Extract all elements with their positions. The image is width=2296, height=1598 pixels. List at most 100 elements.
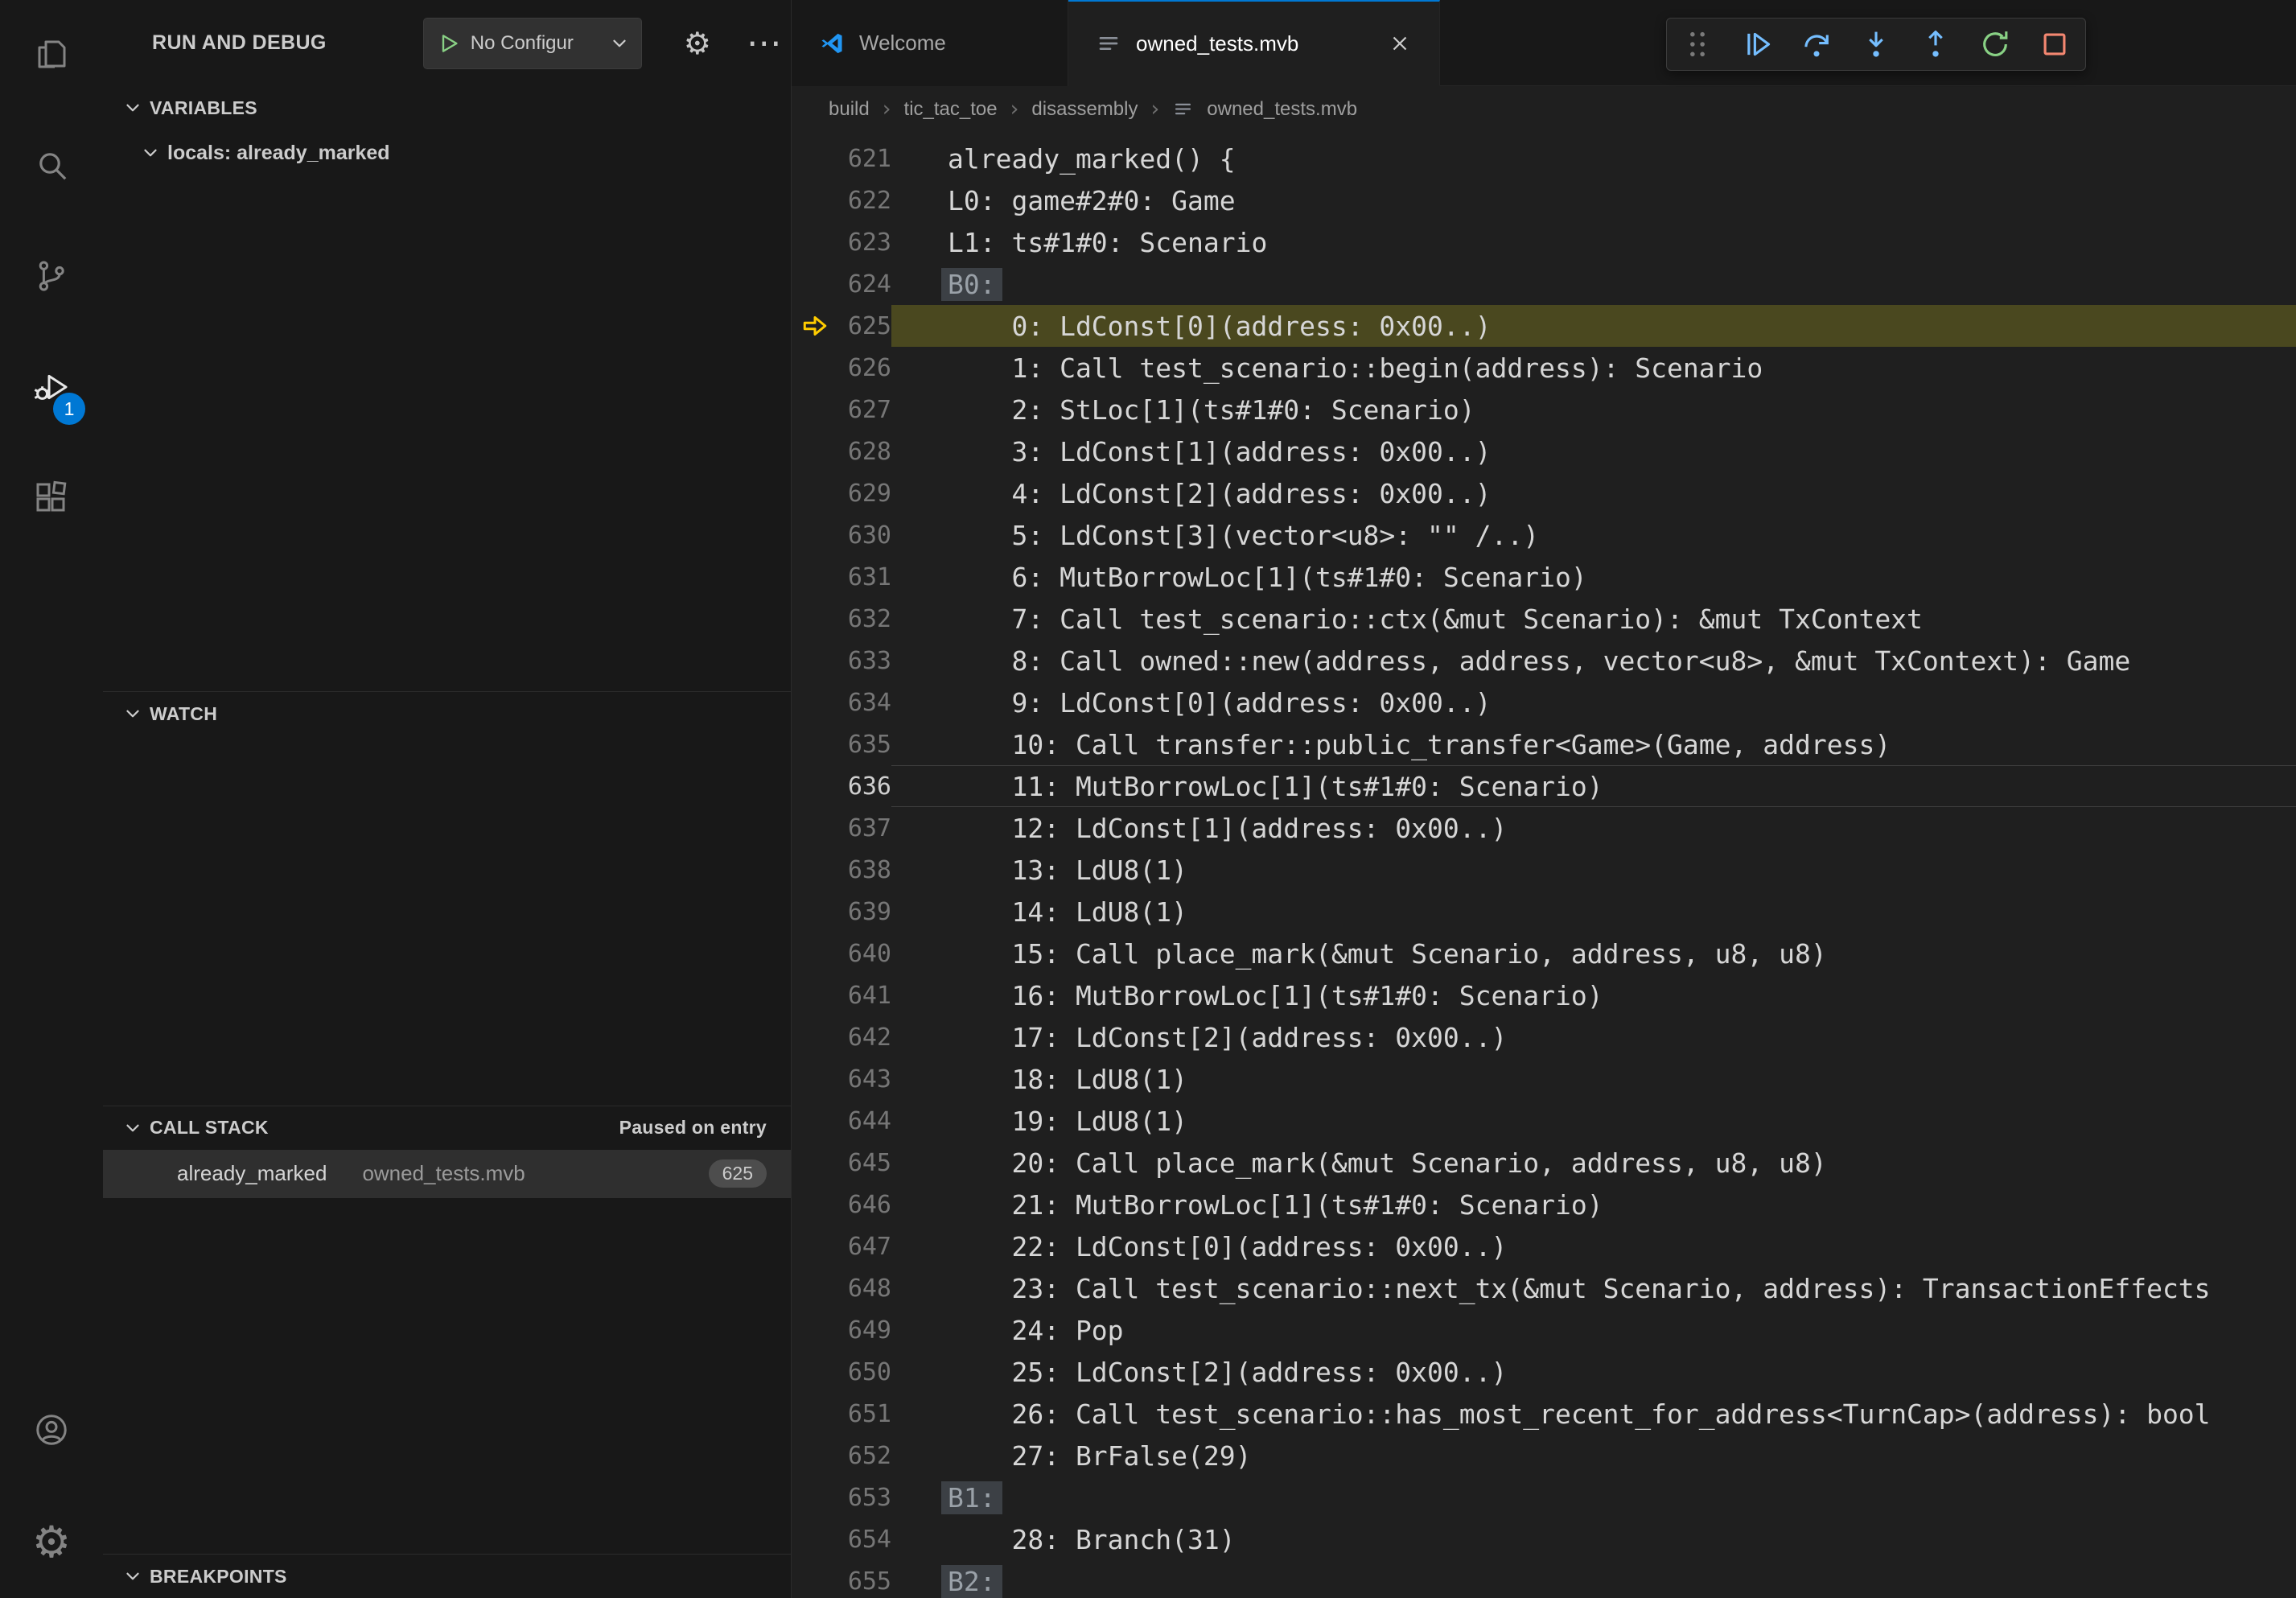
line-text[interactable]: 25: LdConst[2](address: 0x00..) (891, 1351, 2296, 1393)
line-text[interactable]: 0: LdConst[0](address: 0x00..) (891, 305, 2296, 347)
tab-welcome[interactable]: Welcome (792, 0, 1068, 86)
variables-section-header[interactable]: VARIABLES (103, 86, 791, 130)
line-text[interactable]: 4: LdConst[2](address: 0x00..) (891, 472, 2296, 514)
toolbar-drag-gripper[interactable] (1680, 27, 1715, 62)
variables-scope-locals[interactable]: locals: already_marked (103, 130, 791, 176)
breadcrumb-item-file[interactable]: owned_tests.mvb (1207, 98, 1357, 121)
glyph-margin[interactable] (792, 1351, 838, 1393)
glyph-margin[interactable] (792, 682, 838, 723)
line-text[interactable]: 8: Call owned::new(address, address, vec… (891, 640, 2296, 682)
line-text[interactable]: 15: Call place_mark(&mut Scenario, addre… (891, 933, 2296, 974)
glyph-margin[interactable] (792, 430, 838, 472)
line-text[interactable]: 14: LdU8(1) (891, 891, 2296, 933)
glyph-margin[interactable] (792, 1225, 838, 1267)
line-text[interactable]: 3: LdConst[1](address: 0x00..) (891, 430, 2296, 472)
debug-config-dropdown[interactable]: No Configur (423, 18, 642, 69)
glyph-margin[interactable] (792, 1477, 838, 1518)
line-text[interactable]: 22: LdConst[0](address: 0x00..) (891, 1225, 2296, 1267)
debug-current-line-arrow-icon[interactable] (792, 305, 838, 347)
glyph-margin[interactable] (792, 891, 838, 933)
line-text[interactable]: 13: LdU8(1) (891, 849, 2296, 891)
glyph-margin[interactable] (792, 179, 838, 221)
glyph-margin[interactable] (792, 1435, 838, 1477)
step-out-button[interactable] (1918, 27, 1953, 62)
glyph-margin[interactable] (792, 138, 838, 179)
close-icon[interactable] (1388, 31, 1412, 56)
call-stack-frame[interactable]: already_marked owned_tests.mvb 625 (103, 1150, 791, 1198)
breakpoints-section-header[interactable]: BREAKPOINTS (103, 1555, 791, 1598)
line-text[interactable]: 12: LdConst[1](address: 0x00..) (891, 807, 2296, 849)
glyph-margin[interactable] (792, 1016, 838, 1058)
line-text[interactable]: already_marked() { (891, 138, 2296, 179)
line-text[interactable]: 19: LdU8(1) (891, 1100, 2296, 1142)
line-text[interactable]: 10: Call transfer::public_transfer<Game>… (891, 723, 2296, 765)
call-stack-section-header[interactable]: CALL STACK Paused on entry (103, 1106, 791, 1150)
glyph-margin[interactable] (792, 389, 838, 430)
line-text[interactable]: 18: LdU8(1) (891, 1058, 2296, 1100)
glyph-margin[interactable] (792, 472, 838, 514)
glyph-margin[interactable] (792, 1058, 838, 1100)
line-text[interactable]: 11: MutBorrowLoc[1](ts#1#0: Scenario) (891, 765, 2296, 807)
line-text[interactable]: B0: (891, 263, 2296, 305)
line-text[interactable]: 16: MutBorrowLoc[1](ts#1#0: Scenario) (891, 974, 2296, 1016)
more-actions-icon[interactable]: ⋯ (747, 26, 782, 61)
glyph-margin[interactable] (792, 849, 838, 891)
line-text[interactable]: 7: Call test_scenario::ctx(&mut Scenario… (891, 598, 2296, 640)
line-text[interactable]: 23: Call test_scenario::next_tx(&mut Sce… (891, 1267, 2296, 1309)
line-text[interactable]: 1: Call test_scenario::begin(address): S… (891, 347, 2296, 389)
line-text[interactable]: 26: Call test_scenario::has_most_recent_… (891, 1393, 2296, 1435)
line-text[interactable]: B2: (891, 1560, 2296, 1598)
tab-owned-tests[interactable]: owned_tests.mvb (1068, 0, 1440, 86)
glyph-margin[interactable] (792, 640, 838, 682)
glyph-margin[interactable] (792, 347, 838, 389)
line-text[interactable]: 21: MutBorrowLoc[1](ts#1#0: Scenario) (891, 1184, 2296, 1225)
continue-button[interactable] (1739, 27, 1775, 62)
glyph-margin[interactable] (792, 765, 838, 807)
activity-bar-item-explorer[interactable] (0, 0, 103, 111)
line-text[interactable]: 5: LdConst[3](vector<u8>: "" /..) (891, 514, 2296, 556)
line-text[interactable]: L0: game#2#0: Game (891, 179, 2296, 221)
glyph-margin[interactable] (792, 974, 838, 1016)
stop-button[interactable] (2037, 27, 2072, 62)
breadcrumb-item-tic-tac-toe[interactable]: tic_tac_toe (904, 98, 998, 121)
glyph-margin[interactable] (792, 1393, 838, 1435)
line-text[interactable]: 24: Pop (891, 1309, 2296, 1351)
line-text[interactable]: 20: Call place_mark(&mut Scenario, addre… (891, 1142, 2296, 1184)
line-text[interactable]: 28: Branch(31) (891, 1518, 2296, 1560)
activity-bar-item-accounts[interactable] (0, 1376, 103, 1487)
line-text[interactable]: 6: MutBorrowLoc[1](ts#1#0: Scenario) (891, 556, 2296, 598)
activity-bar-item-search[interactable] (0, 111, 103, 222)
glyph-margin[interactable] (792, 1267, 838, 1309)
glyph-margin[interactable] (792, 263, 838, 305)
activity-bar-item-settings[interactable]: ⚙ (0, 1487, 103, 1598)
line-text[interactable]: 9: LdConst[0](address: 0x00..) (891, 682, 2296, 723)
debug-settings-gear-icon[interactable]: ⚙ (684, 28, 711, 59)
glyph-margin[interactable] (792, 1518, 838, 1560)
glyph-margin[interactable] (792, 1184, 838, 1225)
line-text[interactable]: L1: ts#1#0: Scenario (891, 221, 2296, 263)
glyph-margin[interactable] (792, 1142, 838, 1184)
glyph-margin[interactable] (792, 1309, 838, 1351)
glyph-margin[interactable] (792, 1560, 838, 1598)
glyph-margin[interactable] (792, 933, 838, 974)
glyph-margin[interactable] (792, 807, 838, 849)
glyph-margin[interactable] (792, 598, 838, 640)
line-text[interactable]: 17: LdConst[2](address: 0x00..) (891, 1016, 2296, 1058)
breadcrumb-item-build[interactable]: build (829, 98, 870, 121)
line-text[interactable]: 27: BrFalse(29) (891, 1435, 2296, 1477)
activity-bar-item-extensions[interactable] (0, 444, 103, 555)
breadcrumb-item-disassembly[interactable]: disassembly (1031, 98, 1138, 121)
watch-section-header[interactable]: WATCH (103, 692, 791, 735)
glyph-margin[interactable] (792, 556, 838, 598)
restart-button[interactable] (1977, 27, 2013, 62)
activity-bar-item-source-control[interactable] (0, 222, 103, 333)
line-text[interactable]: B1: (891, 1477, 2296, 1518)
step-into-button[interactable] (1858, 27, 1894, 62)
glyph-margin[interactable] (792, 221, 838, 263)
line-text[interactable]: 2: StLoc[1](ts#1#0: Scenario) (891, 389, 2296, 430)
glyph-margin[interactable] (792, 514, 838, 556)
step-over-button[interactable] (1799, 27, 1834, 62)
glyph-margin[interactable] (792, 723, 838, 765)
glyph-margin[interactable] (792, 1100, 838, 1142)
activity-bar-item-run-and-debug[interactable]: 1 (0, 333, 103, 444)
